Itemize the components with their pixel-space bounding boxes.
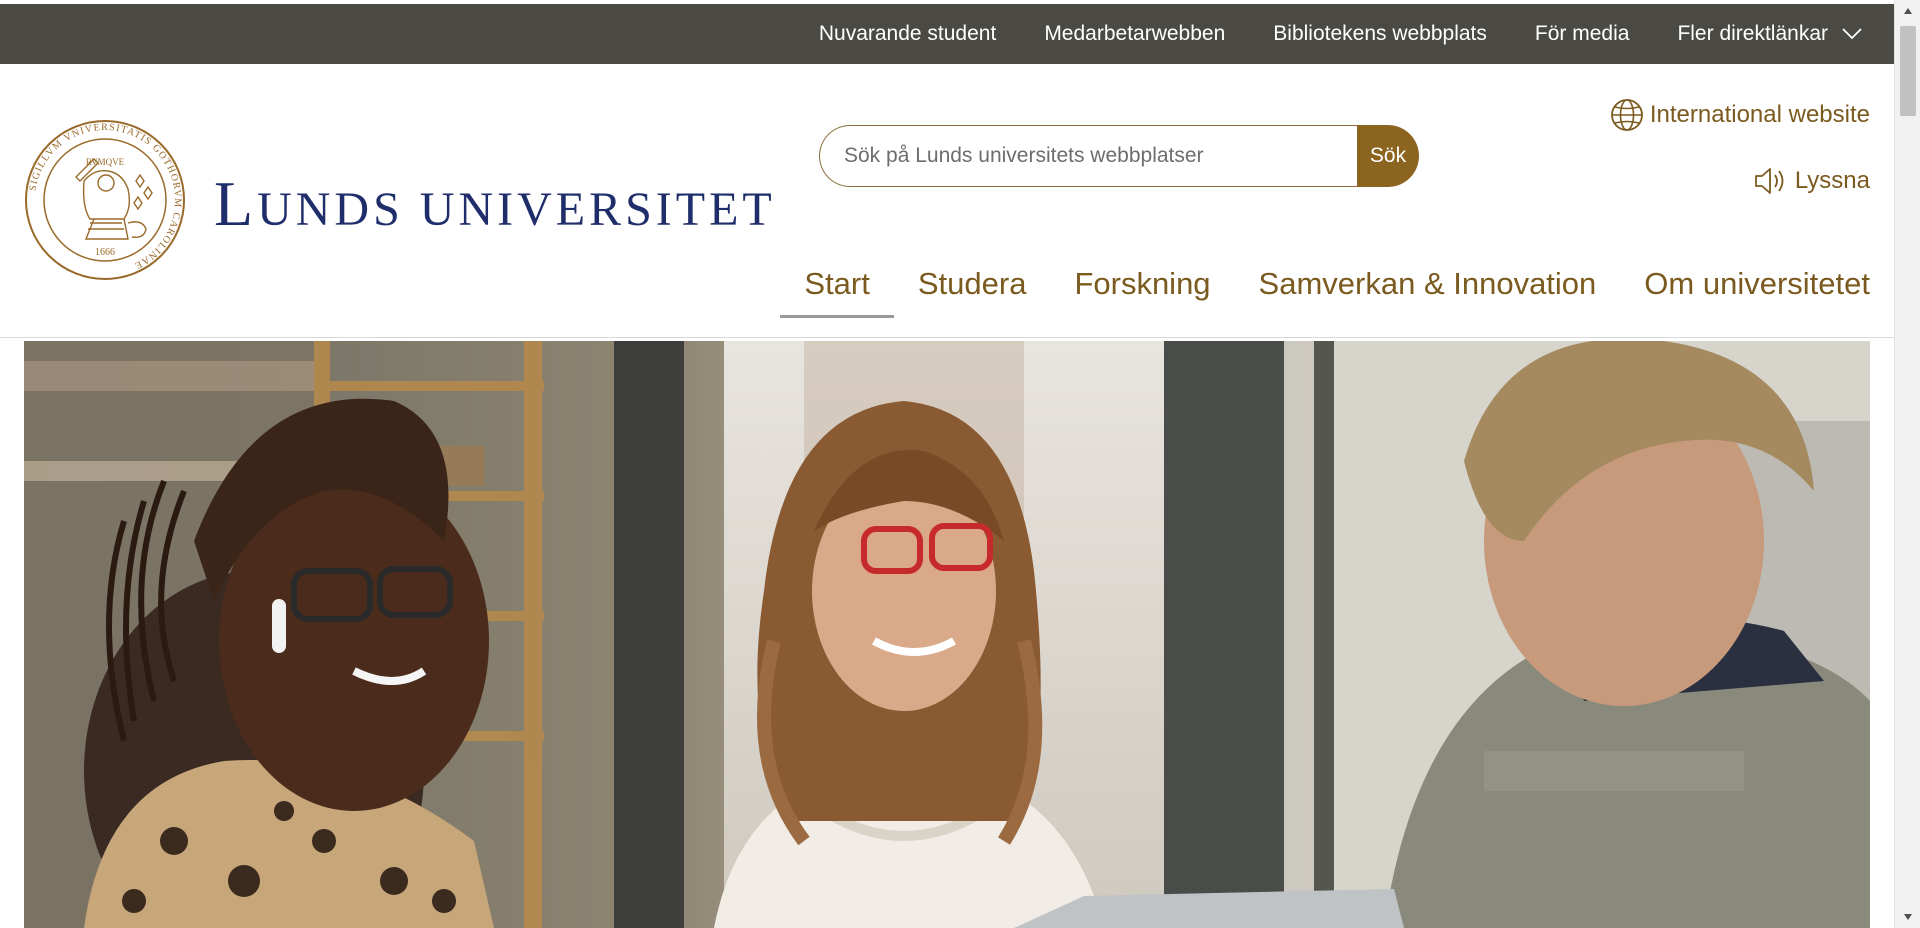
nav-start[interactable]: Start bbox=[780, 264, 895, 326]
listen-label: Lyssna bbox=[1794, 167, 1870, 194]
wordmark-rest: UNDS UNIVERSITET bbox=[257, 183, 776, 236]
listen-button[interactable]: Lyssna bbox=[1753, 166, 1870, 196]
chevron-down-icon bbox=[1842, 28, 1862, 40]
university-seal-logo[interactable]: SIGILLVM VNIVERSITATIS GOTHORVM CAROLINA… bbox=[24, 119, 186, 281]
wordmark-initial: L bbox=[214, 168, 258, 239]
utility-bar: Nuvarande student Medarbetarwebben Bibli… bbox=[0, 4, 1894, 64]
scroll-down-arrow[interactable] bbox=[1895, 906, 1920, 928]
more-links-label: Fler direktlänkar bbox=[1677, 22, 1828, 45]
more-links-dropdown[interactable]: Fler direktlänkar bbox=[1653, 22, 1862, 46]
search-form: Sök bbox=[819, 125, 1419, 187]
nav-om-universitetet[interactable]: Om universitetet bbox=[1620, 264, 1870, 326]
globe-icon bbox=[1610, 99, 1643, 131]
search-button[interactable]: Sök bbox=[1357, 125, 1419, 187]
utility-links: Nuvarande student Medarbetarwebben Bibli… bbox=[795, 4, 1862, 64]
hero-image bbox=[24, 341, 1870, 928]
international-website-label: International website bbox=[1649, 101, 1870, 128]
scroll-thumb[interactable] bbox=[1900, 26, 1916, 116]
seal-year: 1666 bbox=[95, 247, 115, 258]
link-current-student[interactable]: Nuvarande student bbox=[795, 22, 1020, 46]
link-media[interactable]: För media bbox=[1511, 22, 1654, 46]
main-navigation: Start Studera Forskning Samverkan & Inno… bbox=[780, 264, 1870, 326]
search-input[interactable] bbox=[819, 125, 1357, 187]
scroll-up-arrow[interactable] bbox=[1895, 0, 1920, 22]
speaker-icon bbox=[1754, 168, 1784, 194]
vertical-scrollbar[interactable] bbox=[1894, 0, 1920, 928]
nav-samverkan-innovation[interactable]: Samverkan & Innovation bbox=[1235, 264, 1621, 326]
nav-forskning[interactable]: Forskning bbox=[1050, 264, 1234, 326]
international-website-link[interactable]: International website bbox=[1610, 98, 1870, 132]
university-wordmark[interactable]: LUNDS UNIVERSITET bbox=[214, 172, 776, 237]
hero-photo bbox=[24, 341, 1870, 928]
link-staff-web[interactable]: Medarbetarwebben bbox=[1020, 22, 1249, 46]
page-viewport: Nuvarande student Medarbetarwebben Bibli… bbox=[0, 0, 1894, 928]
caret-up-icon bbox=[1904, 8, 1912, 14]
caret-down-icon bbox=[1904, 914, 1912, 920]
nav-studera[interactable]: Studera bbox=[894, 264, 1051, 326]
seal-banner-text: RVMQVE bbox=[86, 157, 125, 167]
link-library[interactable]: Bibliotekens webbplats bbox=[1249, 22, 1511, 46]
site-header: SIGILLVM VNIVERSITATIS GOTHORVM CAROLINA… bbox=[0, 64, 1894, 338]
